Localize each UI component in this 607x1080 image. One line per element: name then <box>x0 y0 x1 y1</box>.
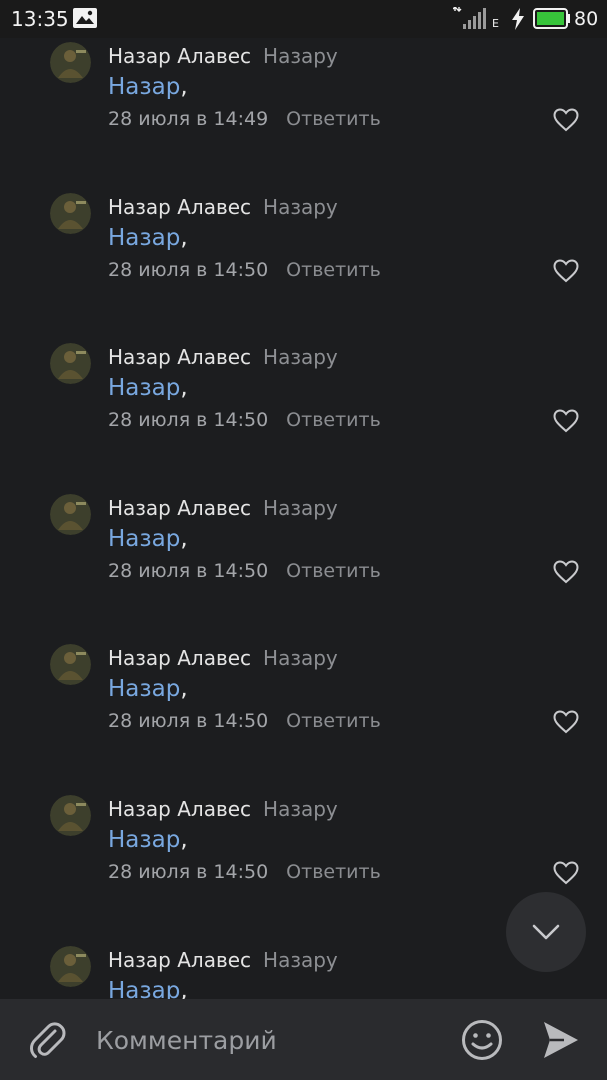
reply-button[interactable]: Ответить <box>286 409 381 431</box>
signal-icon <box>452 6 487 31</box>
screen: 13:35 E 80 Назар Алавес Назару Назар, 28… <box>0 0 607 1080</box>
image-icon <box>73 8 97 28</box>
comment-item[interactable]: Назар Алавес Назару Назар, 28 июля в 14:4… <box>0 40 607 190</box>
comment-item[interactable]: Назар Алавес Назару Назар, 28 июля в 14:5… <box>0 191 607 341</box>
reply-to-name[interactable]: Назару <box>263 345 338 369</box>
heart-icon[interactable] <box>553 861 579 885</box>
comment-item[interactable]: Назар Алавес Назару Назар, 28 июля в 14:5… <box>0 642 607 792</box>
mention-link[interactable]: Назар <box>108 676 180 702</box>
author-line: Назар Алавес Назару <box>108 345 338 369</box>
mention-link[interactable]: Назар <box>108 978 180 999</box>
comment-text: Назар, <box>108 978 188 999</box>
author-line: Назар Алавес Назару <box>108 797 338 821</box>
author-name[interactable]: Назар Алавес <box>108 496 251 520</box>
avatar[interactable] <box>50 42 91 83</box>
status-bar: 13:35 E 80 <box>0 0 607 38</box>
author-name[interactable]: Назар Алавес <box>108 797 251 821</box>
comment-text: Назар, <box>108 676 188 702</box>
attach-icon[interactable] <box>28 1019 68 1061</box>
battery-icon <box>533 8 571 29</box>
mention-link[interactable]: Назар <box>108 526 180 552</box>
comment-date: 28 июля в 14:50 <box>108 710 269 732</box>
comment-body: , <box>180 978 188 999</box>
comment-date: 28 июля в 14:50 <box>108 861 269 883</box>
comment-date: 28 июля в 14:49 <box>108 108 269 130</box>
heart-icon[interactable] <box>553 108 579 132</box>
comment-text: Назар, <box>108 827 188 853</box>
reply-to-name[interactable]: Назару <box>263 195 338 219</box>
comment-composer <box>0 999 607 1080</box>
status-time: 13:35 <box>11 7 69 31</box>
comment-date: 28 июля в 14:50 <box>108 409 269 431</box>
comment-item[interactable]: Назар Алавес Назару Назар, 28 июля в 14:5… <box>0 341 607 491</box>
reply-to-name[interactable]: Назару <box>263 948 338 972</box>
reply-to-name[interactable]: Назару <box>263 646 338 670</box>
reply-button[interactable]: Ответить <box>286 560 381 582</box>
author-line: Назар Алавес Назару <box>108 195 338 219</box>
reply-to-name[interactable]: Назару <box>263 44 338 68</box>
mention-link[interactable]: Назар <box>108 375 180 401</box>
mention-link[interactable]: Назар <box>108 74 180 100</box>
comment-meta: 28 июля в 14:50 Ответить <box>108 409 381 431</box>
author-name[interactable]: Назар Алавес <box>108 195 251 219</box>
author-name[interactable]: Назар Алавес <box>108 44 251 68</box>
heart-icon[interactable] <box>553 409 579 433</box>
avatar[interactable] <box>50 946 91 987</box>
comment-input[interactable] <box>96 1021 436 1059</box>
comment-body: , <box>180 676 188 702</box>
comment-meta: 28 июля в 14:50 Ответить <box>108 710 381 732</box>
author-line: Назар Алавес Назару <box>108 948 338 972</box>
reply-button[interactable]: Ответить <box>286 259 381 281</box>
comment-date: 28 июля в 14:50 <box>108 560 269 582</box>
comment-text: Назар, <box>108 526 188 552</box>
comment-body: , <box>180 827 188 853</box>
comment-meta: 28 июля в 14:50 Ответить <box>108 560 381 582</box>
author-name[interactable]: Назар Алавес <box>108 345 251 369</box>
avatar[interactable] <box>50 193 91 234</box>
send-icon[interactable] <box>542 1020 580 1060</box>
author-name[interactable]: Назар Алавес <box>108 646 251 670</box>
heart-icon[interactable] <box>553 259 579 283</box>
comment-body: , <box>180 225 188 251</box>
heart-icon[interactable] <box>553 710 579 734</box>
comment-body: , <box>180 526 188 552</box>
reply-button[interactable]: Ответить <box>286 861 381 883</box>
comments-list[interactable]: Назар Алавес Назару Назар, 28 июля в 14:4… <box>0 38 607 999</box>
author-line: Назар Алавес Назару <box>108 496 338 520</box>
reply-to-name[interactable]: Назару <box>263 496 338 520</box>
heart-icon[interactable] <box>553 560 579 584</box>
mention-link[interactable]: Назар <box>108 827 180 853</box>
reply-button[interactable]: Ответить <box>286 710 381 732</box>
avatar[interactable] <box>50 494 91 535</box>
comment-body: , <box>180 375 188 401</box>
scroll-down-button[interactable] <box>506 892 586 972</box>
comment-date: 28 июля в 14:50 <box>108 259 269 281</box>
battery-level: 80 <box>574 8 599 30</box>
reply-button[interactable]: Ответить <box>286 108 381 130</box>
avatar[interactable] <box>50 343 91 384</box>
comment-meta: 28 июля в 14:50 Ответить <box>108 861 381 883</box>
mention-link[interactable]: Назар <box>108 225 180 251</box>
comment-item[interactable]: Назар Алавес Назару Назар, 28 июля в 14:5… <box>0 492 607 642</box>
comment-text: Назар, <box>108 225 188 251</box>
reply-to-name[interactable]: Назару <box>263 797 338 821</box>
author-line: Назар Алавес Назару <box>108 646 338 670</box>
comment-text: Назар, <box>108 375 188 401</box>
avatar[interactable] <box>50 795 91 836</box>
comment-meta: 28 июля в 14:49 Ответить <box>108 108 381 130</box>
author-line: Назар Алавес Назару <box>108 44 338 68</box>
chevron-down-icon <box>532 924 560 940</box>
comment-text: Назар, <box>108 74 188 100</box>
charging-icon <box>510 8 526 30</box>
comment-body: , <box>180 74 188 100</box>
network-type-label: E <box>492 17 499 30</box>
avatar[interactable] <box>50 644 91 685</box>
smile-icon[interactable] <box>461 1019 503 1061</box>
author-name[interactable]: Назар Алавес <box>108 948 251 972</box>
comment-meta: 28 июля в 14:50 Ответить <box>108 259 381 281</box>
